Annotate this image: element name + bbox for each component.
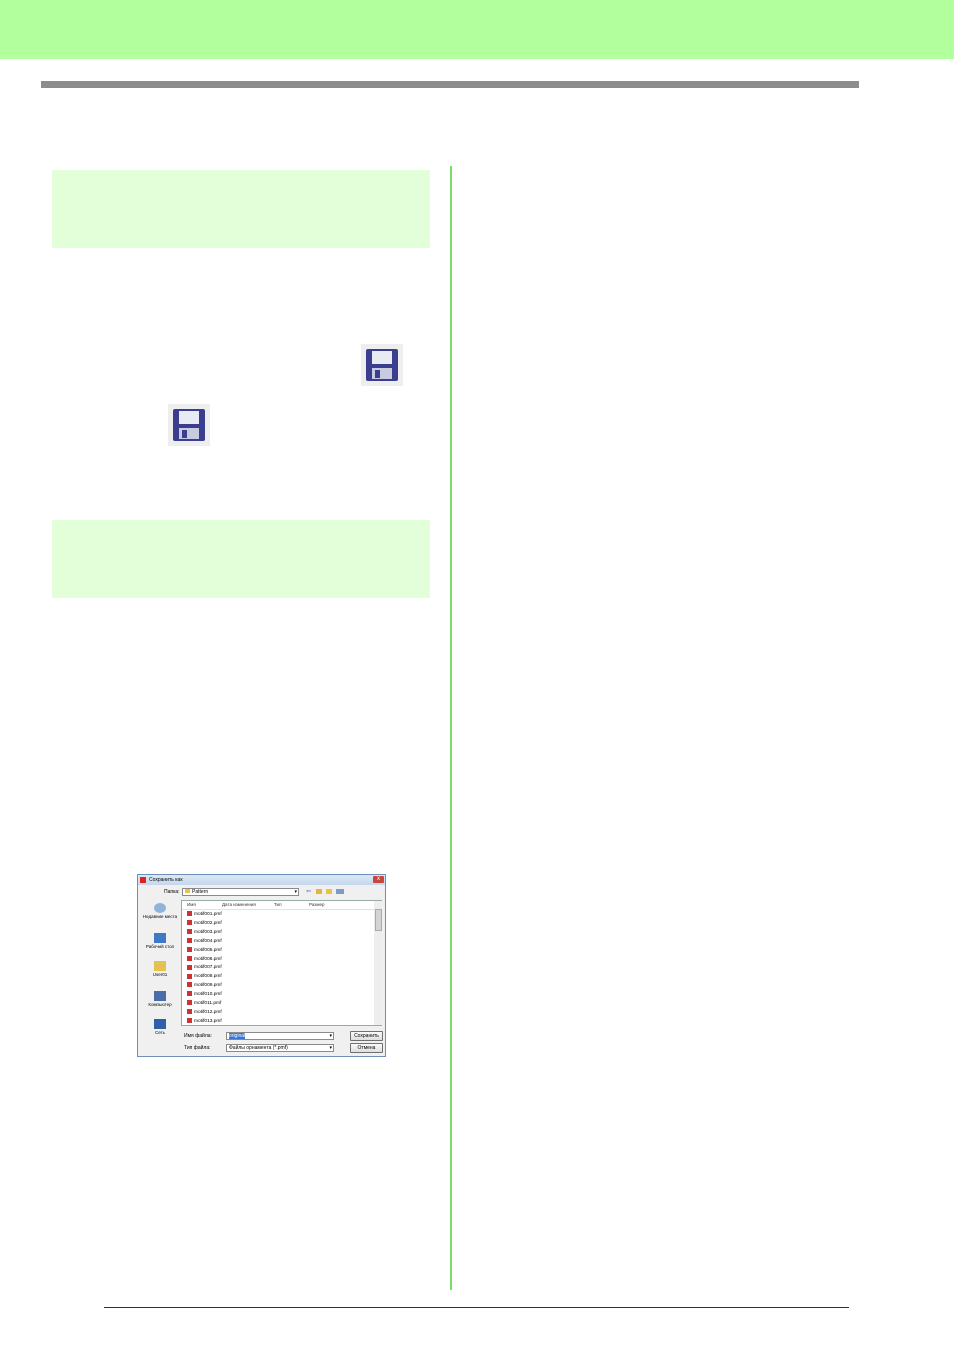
pmf-file-icon (187, 1018, 192, 1024)
dialog-titlebar: Сохранить как x (138, 875, 385, 885)
scrollbar-thumb[interactable] (375, 909, 382, 931)
close-button[interactable]: x (373, 876, 384, 883)
computer-icon (154, 991, 166, 1001)
folder-label: Папка: (164, 889, 180, 895)
file-list-item[interactable]: motif009.pmf (187, 982, 222, 990)
column-header-name[interactable]: Имя (187, 902, 196, 907)
file-list-item[interactable]: motif007.pmf (187, 964, 222, 972)
save-icon (168, 404, 210, 446)
filetype-label: Тип файла: (184, 1045, 211, 1051)
pmf-file-icon (187, 1009, 192, 1015)
header-separator (182, 909, 374, 910)
place-label: Рабочий стол (145, 944, 175, 949)
file-name: motif004.pmf (194, 938, 222, 944)
column-header-date[interactable]: Дата изменения (222, 902, 256, 907)
file-list-item[interactable]: motif001.pmf (187, 911, 222, 919)
desktop-icon (154, 933, 166, 943)
file-list-item[interactable]: motif011.pmf (187, 1000, 221, 1008)
file-list[interactable]: Имя Дата изменения Тип Размер motif001.p… (181, 900, 382, 1026)
pmf-file-icon (187, 964, 192, 970)
section-heading-box-2 (52, 520, 430, 598)
file-name: motif007.pmf (194, 965, 222, 971)
place-label: User01 (152, 972, 168, 977)
footer-rule (104, 1307, 849, 1308)
network-icon (154, 1019, 166, 1029)
places-bar: Недавние места Рабочий стол User01 Компь… (142, 901, 178, 1051)
title-rule (41, 81, 859, 88)
recent-places-icon (154, 903, 166, 913)
pmf-file-icon (187, 911, 192, 917)
cancel-button[interactable]: Отмена (350, 1043, 383, 1053)
user-folder-icon (154, 961, 166, 971)
view-menu-icon[interactable] (336, 889, 344, 894)
pmf-file-icon (187, 955, 192, 961)
header-band (0, 0, 954, 59)
place-computer[interactable]: Компьютер (142, 991, 178, 1007)
file-list-item[interactable]: motif010.pmf (187, 991, 222, 999)
file-name: motif009.pmf (194, 983, 222, 989)
chevron-down-icon: ▾ (294, 889, 297, 895)
pmf-file-icon (187, 937, 192, 943)
pmf-file-icon (187, 973, 192, 979)
file-name: motif005.pmf (194, 947, 222, 953)
folder-icon (185, 889, 190, 893)
filename-value: original (229, 1033, 246, 1039)
file-name: motif001.pmf (194, 912, 222, 917)
pmf-file-icon (187, 982, 192, 988)
app-icon (140, 877, 146, 883)
vertical-scrollbar[interactable] (374, 901, 382, 1025)
place-label: Недавние места (142, 914, 178, 919)
save-as-dialog: Сохранить как x Папка: Pattern ▾ ⇦ Недав… (137, 874, 386, 1057)
filetype-select[interactable]: Файлы орнамента (*.pmf) ▾ (226, 1044, 334, 1052)
file-list-item[interactable]: motif013.pmf (187, 1018, 222, 1026)
file-list-item[interactable]: motif012.pmf (187, 1009, 222, 1017)
file-name: motif003.pmf (194, 929, 222, 935)
column-header-size[interactable]: Размер (309, 902, 324, 907)
file-list-item[interactable]: motif008.pmf (187, 973, 222, 981)
file-list-item[interactable]: motif003.pmf (187, 929, 222, 937)
file-list-item[interactable]: motif002.pmf (187, 920, 222, 928)
place-network[interactable]: Сеть (142, 1019, 178, 1035)
folder-value: Pattern (192, 889, 209, 895)
file-list-item[interactable]: motif006.pmf (187, 955, 222, 964)
filename-input[interactable]: original ▾ (226, 1032, 334, 1040)
file-list-item[interactable]: motif004.pmf (187, 937, 222, 946)
pmf-file-icon (187, 1000, 192, 1006)
column-divider (450, 166, 452, 1290)
file-name: motif008.pmf (194, 974, 222, 980)
chevron-down-icon: ▾ (329, 1045, 332, 1051)
filetype-value: Файлы орнамента (*.pmf) (229, 1045, 288, 1051)
back-icon[interactable]: ⇦ (306, 888, 311, 895)
place-user[interactable]: User01 (142, 961, 178, 977)
column-header-type[interactable]: Тип (274, 902, 282, 907)
section-heading-box-1 (52, 170, 430, 248)
file-name: motif006.pmf (194, 956, 222, 962)
save-icon (361, 344, 403, 386)
place-label: Компьютер (148, 1002, 172, 1007)
filename-label: Имя файла: (184, 1033, 212, 1039)
file-name: motif010.pmf (194, 992, 222, 998)
dialog-title: Сохранить как (149, 877, 183, 883)
folder-combo[interactable]: Pattern ▾ (182, 888, 299, 896)
up-folder-icon[interactable] (316, 889, 322, 894)
pmf-file-icon (187, 929, 192, 935)
place-desktop[interactable]: Рабочий стол (142, 933, 178, 949)
file-name: motif013.pmf (194, 1018, 222, 1024)
place-recent[interactable]: Недавние места (142, 903, 178, 919)
place-label: Сеть (154, 1030, 165, 1035)
save-button[interactable]: Сохранить (350, 1031, 383, 1041)
chevron-down-icon: ▾ (329, 1033, 332, 1039)
pmf-file-icon (187, 920, 192, 926)
pmf-file-icon (187, 946, 192, 952)
file-name: motif011.pmf (194, 1001, 222, 1006)
new-folder-icon[interactable] (326, 889, 332, 894)
file-name: motif012.pmf (194, 1009, 222, 1015)
file-name: motif002.pmf (194, 920, 222, 926)
file-list-item[interactable]: motif005.pmf (187, 946, 222, 955)
pmf-file-icon (187, 991, 192, 997)
